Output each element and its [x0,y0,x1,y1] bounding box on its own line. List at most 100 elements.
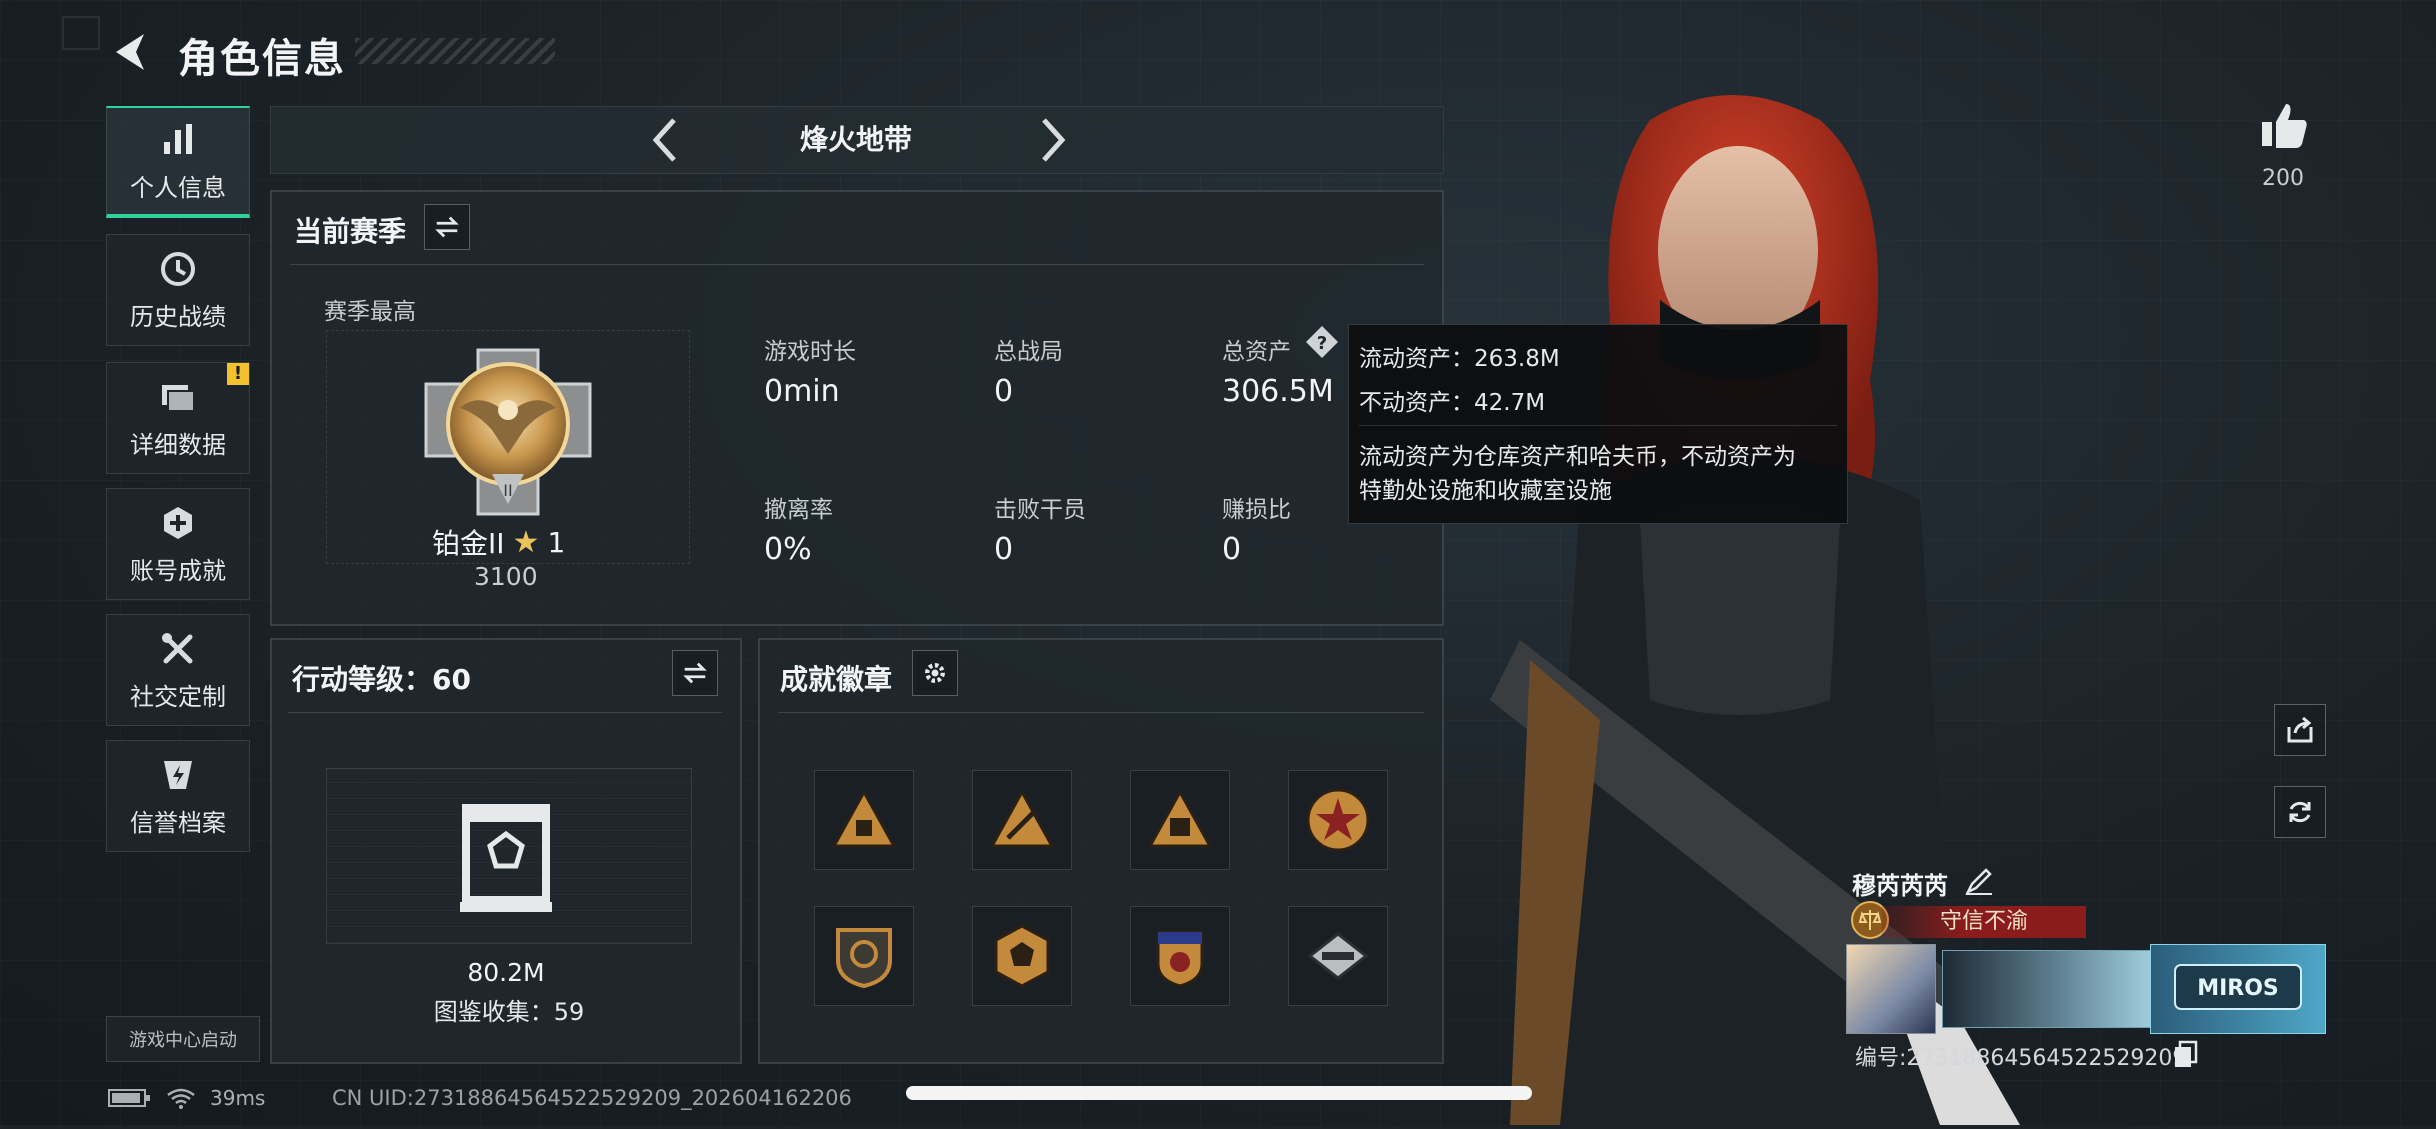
rank-emblem: II [420,344,596,520]
tooltip-liquid-assets: 流动资产：263.8M [1359,346,1560,372]
achievement-badge[interactable] [814,770,914,870]
pencil-icon [1965,868,1992,895]
stat-matches-label: 总战局 [994,339,1063,365]
copy-icon [2175,1040,2198,1067]
achievement-badge[interactable] [1130,906,1230,1006]
action-level-switch-button[interactable] [672,650,718,696]
sidebar-item-label: 详细数据 [130,430,226,459]
title-stripe-decoration [355,38,555,64]
achievement-badge[interactable] [1130,770,1230,870]
sidebar-item-label: 信誉档案 [130,808,226,837]
stat-extract-value: 0% [764,532,812,567]
achievement-badge[interactable] [814,906,914,1006]
page-title: 角色信息 [178,36,346,82]
vault-value: 80.2M [467,958,545,987]
swap-icon [683,662,707,684]
season-divider [290,264,1424,265]
nameplate-card [1942,950,2164,1028]
hex-badge-icon [994,924,1050,988]
season-best-label: 赛季最高 [324,299,416,325]
stat-matches-value: 0 [994,374,1014,409]
sidebar-item-label: 账号成就 [130,556,226,585]
rank-stars: 1 [547,525,566,559]
share-button[interactable] [2274,704,2326,756]
next-mode-button[interactable] [1026,112,1078,168]
tooltip-fixed-assets: 不动资产：42.7M [1359,390,1546,416]
like-button[interactable] [2258,100,2310,152]
edit-name-button[interactable] [1964,866,1994,896]
bar-chart-icon [164,123,192,154]
silver-emblem-icon [1307,932,1369,980]
season-switch-button[interactable] [424,204,470,250]
rank-name: 铂金II [432,527,505,560]
player-name: 穆芮芮芮 [1852,872,1948,900]
achievements-title: 成就徽章 [780,663,893,696]
back-arrow-icon [116,34,144,70]
alert-badge: ! [227,363,249,385]
chevron-right-icon [1042,118,1066,162]
stat-assets-value: 306.5M [1222,374,1334,409]
achievement-badge[interactable] [1288,770,1388,870]
assets-tooltip: 流动资产：263.8M 不动资产：42.7M 流动资产为仓库资产和哈夫币，不动资… [1348,324,1848,524]
home-indicator[interactable] [906,1086,1532,1100]
sidebar-item-social[interactable]: 社交定制 [106,614,250,726]
stat-kills-value: 0 [994,532,1014,567]
swap-icon [435,216,459,238]
rank-points: 3100 [474,562,538,591]
shield-badge-icon [836,928,892,989]
game-center-button[interactable]: 游戏中心启动 [106,1016,260,1062]
action-level-divider [288,712,722,713]
vault-icon [456,800,556,916]
sidebar-item-history[interactable]: 历史战绩 [106,234,250,346]
corner-decoration [62,16,100,50]
achievement-badge[interactable] [972,906,1072,1006]
thumbs-up-icon [2262,104,2307,148]
collection-count: 图鉴收集：59 [433,998,585,1026]
refresh-icon [2289,801,2311,823]
copy-uid-button[interactable] [2172,1040,2200,1068]
back-button[interactable] [108,30,152,74]
gear-icon [925,663,945,683]
triangle-badge-icon [831,788,897,848]
folder-icon [162,384,195,412]
player-banner[interactable]: MIROS [1846,944,2326,1034]
prev-mode-button[interactable] [640,112,692,168]
stat-ratio-label: 赚损比 [1222,497,1291,523]
achievements-divider [778,712,1424,713]
medal-icon [164,506,192,539]
round-star-badge-icon [1306,788,1370,852]
ping-value: 39ms [210,1086,266,1110]
sidebar-item-label: 个人信息 [130,173,226,202]
miros-card: MIROS [2150,944,2326,1034]
sidebar-item-detail-data[interactable]: ! 详细数据 [106,362,250,474]
tooltip-note-line2: 特勤处设施和收藏室设施 [1359,478,1612,504]
chevron-left-icon [652,118,676,162]
sidebar-item-label: 社交定制 [130,682,226,711]
achievements-settings-button[interactable] [912,650,958,696]
like-count: 200 [2262,166,2304,191]
stat-playtime-label: 游戏时长 [764,339,856,365]
history-clock-icon [161,251,195,286]
vault-display-icon [460,804,552,912]
help-icon: ? [1306,326,1338,358]
eagle-rank-icon: II [424,348,592,516]
share-icon [2287,716,2313,743]
svg-text:MIROS: MIROS [2197,976,2279,1001]
season-title: 当前赛季 [294,215,407,248]
achievement-badge[interactable] [972,770,1072,870]
crest-badge-icon [1156,930,1204,988]
assets-help-button[interactable]: ? [1304,324,1340,360]
sidebar-item-achievements[interactable]: 账号成就 [106,488,250,600]
star-icon: ★ [512,524,540,560]
sidebar-item-label: 历史战绩 [130,302,226,331]
svg-text:II: II [503,481,512,500]
svg-text:?: ? [1317,333,1327,354]
action-level-title: 行动等级：60 [292,663,471,696]
achievement-badge[interactable] [1288,906,1388,1006]
refresh-button[interactable] [2274,786,2326,838]
sidebar-item-personal-info[interactable]: 个人信息 [106,106,250,218]
triangle-badge-icon [989,788,1055,848]
tools-icon [162,632,193,663]
stat-playtime-value: 0min [764,374,840,409]
sidebar-item-reputation[interactable]: 信誉档案 [106,740,250,852]
